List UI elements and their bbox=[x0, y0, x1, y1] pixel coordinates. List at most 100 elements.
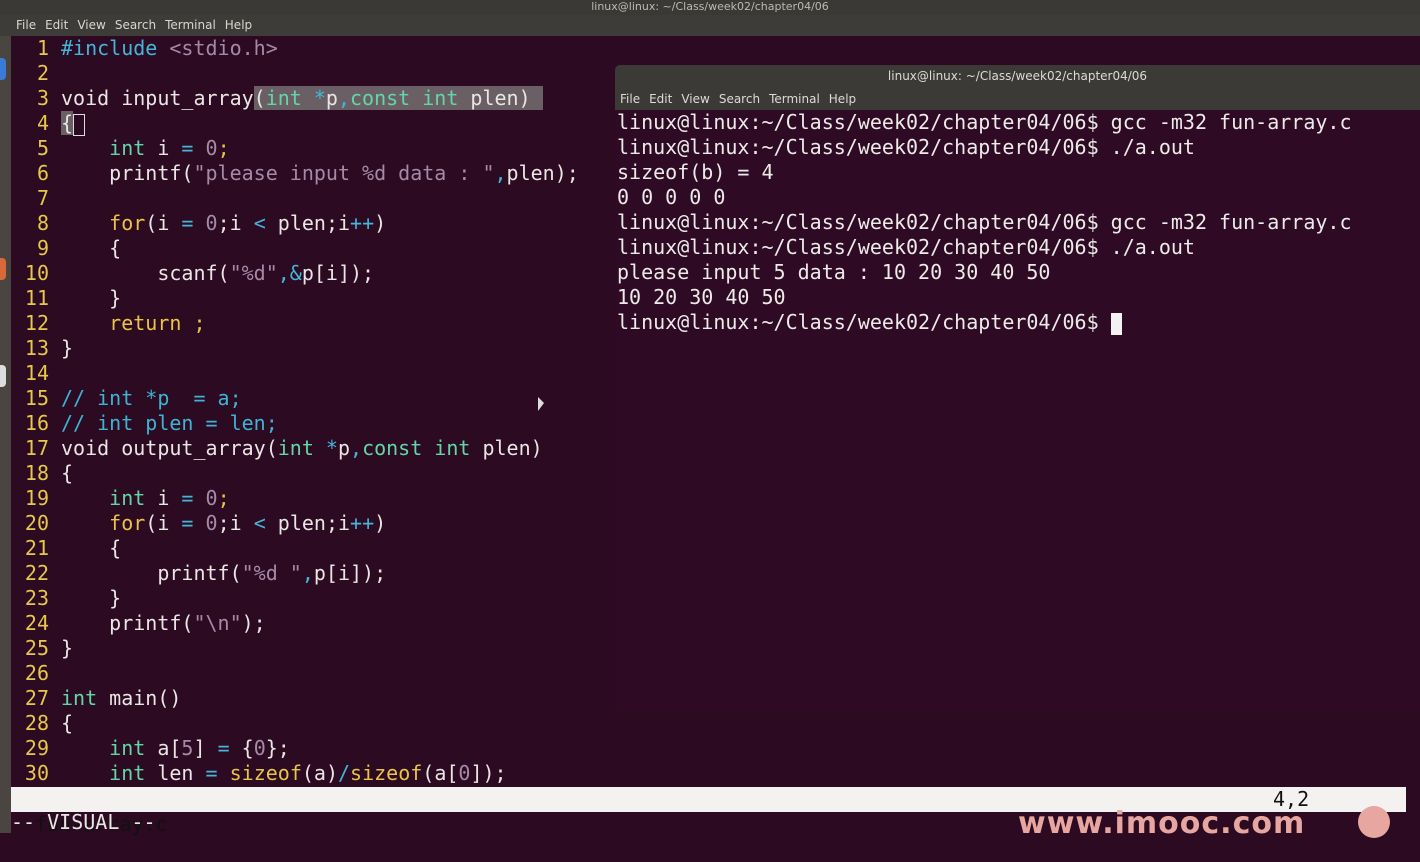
menu-file[interactable]: File bbox=[16, 18, 36, 32]
code-token: "\n" bbox=[193, 611, 242, 635]
terminal-output[interactable]: linux@linux:~/Class/week02/chapter04/06$… bbox=[615, 110, 1420, 335]
code-token: sizeof bbox=[350, 761, 423, 785]
code-token: p bbox=[325, 86, 338, 110]
code-token: <stdio.h> bbox=[157, 36, 278, 60]
line-number: 28 bbox=[24, 711, 49, 735]
line-number: 18 bbox=[24, 461, 49, 485]
code-token: const int bbox=[362, 436, 471, 460]
code-token: 0 bbox=[205, 136, 218, 160]
code-line: 25} bbox=[11, 636, 73, 661]
line-number: 6 bbox=[36, 161, 49, 185]
code-token: { bbox=[61, 236, 122, 260]
menu-terminal[interactable]: Terminal bbox=[165, 18, 216, 32]
line-number: 19 bbox=[24, 486, 49, 510]
line-number: 15 bbox=[24, 386, 49, 410]
line-number: 10 bbox=[24, 261, 49, 285]
code-line: 22 printf("%d ",p[i]); bbox=[11, 561, 386, 586]
line-number: 27 bbox=[24, 686, 49, 710]
code-token: = bbox=[217, 736, 230, 760]
code-token: { bbox=[229, 736, 254, 760]
code-line: 24 printf("\n"); bbox=[11, 611, 266, 636]
code-token: scanf( bbox=[61, 261, 230, 285]
code-token: #include bbox=[61, 36, 158, 60]
menu-terminal[interactable]: Terminal bbox=[769, 92, 820, 106]
code-token: 0 bbox=[205, 511, 218, 535]
code-line: 6 printf("please input %d data : ",plen)… bbox=[11, 161, 579, 186]
line-number: 29 bbox=[24, 736, 49, 760]
code-token: plen;i bbox=[265, 211, 351, 235]
code-token: { bbox=[61, 111, 74, 135]
code-token: len bbox=[145, 761, 206, 785]
launcher-icon[interactable] bbox=[0, 258, 6, 280]
code-token: const int bbox=[350, 86, 459, 110]
code-token: p bbox=[337, 436, 351, 460]
menu-bar: File Edit View Search Terminal Help bbox=[0, 15, 1420, 36]
code-token: < bbox=[253, 511, 266, 535]
code-token: for bbox=[109, 211, 146, 235]
line-number: 22 bbox=[24, 561, 49, 585]
terminal-cursor bbox=[1110, 312, 1122, 335]
line-number: 2 bbox=[36, 61, 49, 85]
code-token: // int plen = len; bbox=[61, 411, 278, 435]
menu-search[interactable]: Search bbox=[115, 18, 156, 32]
line-number: 21 bbox=[24, 536, 49, 560]
terminal-line: 0 0 0 0 0 bbox=[617, 185, 726, 209]
code-token: plen;i bbox=[265, 511, 351, 535]
code-token: plen) bbox=[458, 86, 543, 110]
text-cursor bbox=[73, 113, 86, 136]
code-token: } bbox=[61, 586, 122, 610]
code-token: ; bbox=[217, 136, 230, 160]
menu-search[interactable]: Search bbox=[719, 92, 760, 106]
code-line: 2 bbox=[11, 61, 61, 86]
line-number: 4 bbox=[36, 111, 49, 135]
code-token: * bbox=[325, 436, 338, 460]
code-token: 5 bbox=[181, 736, 194, 760]
code-token: } bbox=[61, 336, 74, 360]
code-token: i bbox=[145, 136, 182, 160]
code-token: (a[ bbox=[422, 761, 459, 785]
launcher-icon[interactable] bbox=[0, 365, 6, 387]
code-token: = bbox=[181, 211, 194, 235]
code-token: ; bbox=[217, 486, 230, 510]
code-line: 1 #include <stdio.h> bbox=[11, 36, 278, 61]
code-line: 13} bbox=[11, 336, 73, 361]
terminal-window[interactable]: linux@linux: ~/Class/week02/chapter04/06… bbox=[615, 65, 1420, 712]
code-token: { bbox=[61, 711, 74, 735]
code-line: 12 return ; bbox=[11, 311, 206, 336]
menu-view[interactable]: View bbox=[77, 18, 105, 32]
code-token: (i bbox=[145, 211, 182, 235]
menu-edit[interactable]: Edit bbox=[649, 92, 672, 106]
code-line: 21 { bbox=[11, 536, 121, 561]
line-number: 5 bbox=[36, 136, 49, 160]
menu-help[interactable]: Help bbox=[829, 92, 856, 106]
launcher-bar bbox=[0, 0, 11, 833]
code-line: 4{ bbox=[11, 111, 86, 136]
menu-view[interactable]: View bbox=[681, 92, 709, 106]
line-number: 26 bbox=[24, 661, 49, 685]
code-token: / bbox=[337, 761, 351, 785]
code-token: ] bbox=[193, 736, 218, 760]
line-number: 7 bbox=[36, 186, 49, 210]
window-title: linux@linux: ~/Class/week02/chapter04/06 bbox=[0, 0, 1420, 15]
line-number: 12 bbox=[24, 311, 49, 335]
menu-file[interactable]: File bbox=[620, 92, 640, 106]
menu-edit[interactable]: Edit bbox=[45, 18, 68, 32]
terminal-title: linux@linux: ~/Class/week02/chapter04/06 bbox=[615, 65, 1420, 88]
code-line: 3 void input_array(int *p,const int plen) bbox=[11, 86, 543, 111]
code-line: 20 for(i = 0;i < plen;i++) bbox=[11, 511, 386, 536]
line-number: 20 bbox=[24, 511, 49, 535]
menu-help[interactable]: Help bbox=[225, 18, 252, 32]
launcher-icon[interactable] bbox=[0, 58, 6, 80]
code-token: "%d" bbox=[229, 261, 278, 285]
code-token: p[i]); bbox=[313, 561, 387, 585]
code-token: ++ bbox=[350, 511, 375, 535]
code-token: = bbox=[205, 761, 218, 785]
code-token bbox=[301, 86, 314, 110]
code-token: void input_array bbox=[61, 86, 254, 110]
line-number: 16 bbox=[24, 411, 49, 435]
